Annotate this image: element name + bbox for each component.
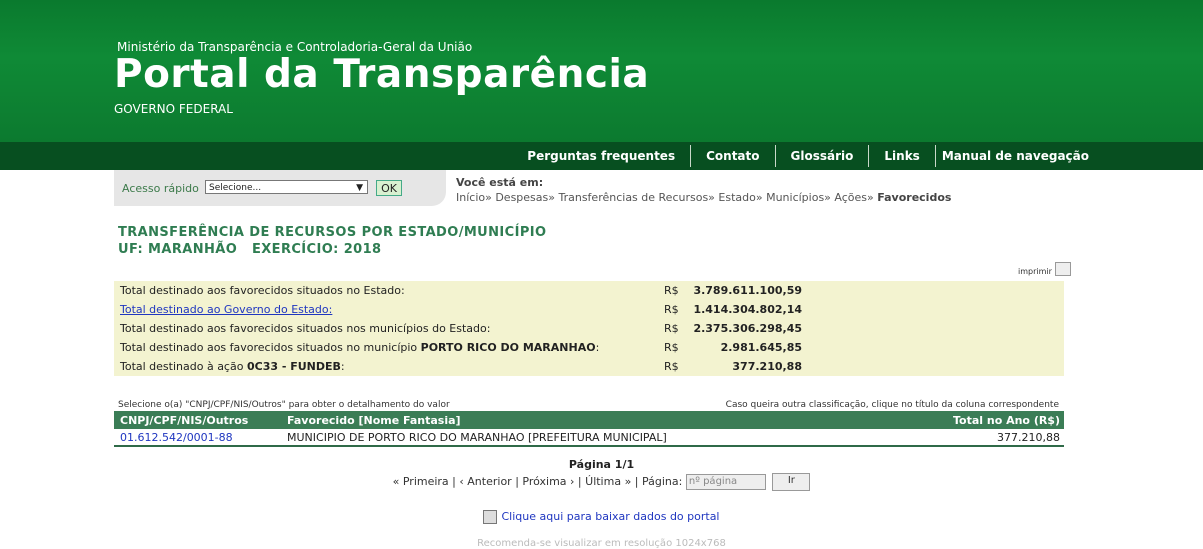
nav-faq[interactable]: Perguntas frequentes [512, 145, 690, 167]
row-total: 377.210,88 [997, 431, 1060, 444]
quick-access-label: Acesso rápido [122, 182, 199, 195]
state-government-link[interactable]: Total destinado ao Governo do Estado: [120, 303, 332, 316]
total-row: Total destinado aos favorecidos situados… [120, 322, 802, 335]
floppy-disk-icon [483, 510, 498, 524]
breadcrumb: Você está em: Início» Despesas» Transfer… [456, 176, 951, 204]
page-indicator: Página 1/1 [568, 458, 635, 471]
header-cnpj[interactable]: CNPJ/CPF/NIS/Outros [120, 414, 248, 427]
header-total[interactable]: Total no Ano (R$) [953, 414, 1060, 427]
nav-contact[interactable]: Contato [690, 145, 774, 167]
total-row: Total destinado aos favorecidos situados… [120, 284, 802, 297]
portal-title[interactable]: Portal da Transparência [114, 52, 649, 97]
table-row: 01.612.542/0001-88 MUNICIPIO DE PORTO RI… [114, 429, 1064, 447]
totals-box: Total destinado aos favorecidos situados… [114, 281, 1064, 376]
breadcrumb-links[interactable]: Início» Despesas» Transferências de Recu… [456, 191, 874, 204]
table-header: CNPJ/CPF/NIS/Outros Favorecido [Nome Fan… [114, 411, 1064, 429]
pagination: « Primeira | ‹ Anterior | Próxima › | Úl… [0, 473, 1203, 491]
page-title: TRANSFERÊNCIA DE RECURSOS POR ESTADO/MUN… [118, 225, 547, 240]
breadcrumb-label: Você está em: [456, 176, 544, 189]
beneficiaries-table: CNPJ/CPF/NIS/Outros Favorecido [Nome Fan… [114, 411, 1064, 447]
print-button[interactable]: imprimir [1018, 262, 1071, 276]
nav-links[interactable]: Links [868, 145, 934, 167]
page-input-label: Página: [642, 475, 683, 488]
header-favorecido[interactable]: Favorecido [Nome Fantasia] [287, 414, 461, 427]
site-header: Ministério da Transparência e Controlado… [0, 0, 1203, 142]
quick-access-select[interactable]: Selecione... ▼ [205, 180, 368, 194]
nav-glossary[interactable]: Glossário [774, 145, 869, 167]
total-row: Total destinado ao Governo do Estado: R$… [120, 303, 802, 316]
quick-access: Acesso rápido Selecione... ▼ OK [114, 170, 446, 206]
page-number-input[interactable]: nº página [685, 474, 766, 490]
next-page-link[interactable]: Próxima › [522, 475, 574, 488]
last-page-link[interactable]: Última » [585, 475, 631, 488]
breadcrumb-current: Favorecidos [877, 191, 952, 204]
sort-hint: Caso queira outra classificação, clique … [725, 400, 1059, 410]
gov-label: GOVERNO FEDERAL [114, 102, 233, 116]
page-subtitle: UF: MARANHÃO EXERCÍCIO: 2018 [118, 242, 382, 257]
dropdown-arrow-icon: ▼ [356, 183, 363, 193]
selection-hint: Selecione o(a) "CNPJ/CPF/NIS/Outros" par… [118, 400, 450, 410]
total-row: Total destinado à ação 0C33 - FUNDEB: R$… [120, 360, 802, 373]
printer-icon [1054, 262, 1071, 276]
go-button[interactable]: Ir [772, 473, 811, 491]
prev-page-link[interactable]: ‹ Anterior [459, 475, 511, 488]
total-row: Total destinado aos favorecidos situados… [120, 341, 802, 354]
nav-manual[interactable]: Manual de navegação [934, 145, 1089, 167]
favorecido-name: MUNICIPIO DE PORTO RICO DO MARANHAO [PRE… [287, 431, 667, 444]
ok-button[interactable]: OK [376, 180, 402, 196]
first-page-link[interactable]: « Primeira [393, 475, 449, 488]
download-link[interactable]: Clique aqui para baixar dados do portal [0, 510, 1203, 524]
top-nav: Perguntas frequentes Contato Glossário L… [0, 142, 1203, 170]
cnpj-link[interactable]: 01.612.542/0001-88 [120, 431, 233, 444]
